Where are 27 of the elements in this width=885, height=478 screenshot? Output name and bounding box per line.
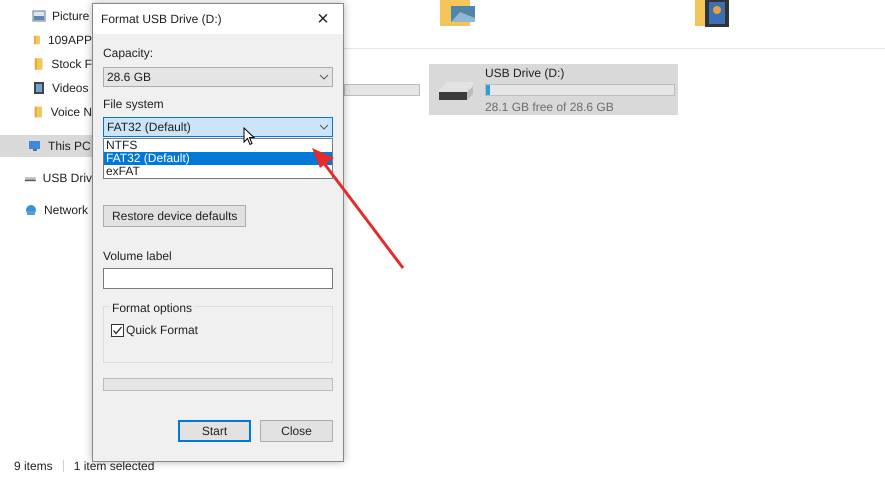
selection-count: 1 item selected xyxy=(74,458,154,475)
drive-free-space: 28.1 GB free of 28.6 GB xyxy=(485,98,615,116)
drive-name: USB Drive (D:) xyxy=(485,64,566,82)
sidebar-item[interactable]: Stock F xyxy=(0,53,92,75)
capacity-dropdown[interactable]: 28.6 GB xyxy=(103,67,333,87)
drive-tile[interactable]: USB Drive (D:) 28.1 GB free of 28.6 GB xyxy=(429,64,678,115)
sidebar-item[interactable]: This PC xyxy=(0,135,92,157)
sidebar-item[interactable]: 109APP xyxy=(0,29,92,51)
sidebar-item[interactable]: Videos xyxy=(0,77,92,99)
sidebar-item[interactable]: Picture xyxy=(0,5,92,27)
restore-defaults-button[interactable]: Restore device defaults xyxy=(103,205,246,227)
close-button[interactable]: × xyxy=(309,7,337,31)
sidebar-item[interactable]: Network xyxy=(0,199,92,221)
file-system-dropdown[interactable]: FAT32 (Default) xyxy=(103,117,333,137)
window-title: Format USB Drive (D:) xyxy=(101,11,222,28)
dropdown-option[interactable]: NTFS xyxy=(104,139,332,152)
dialog-button[interactable]: Start xyxy=(178,420,251,442)
file-system-label: File system xyxy=(103,96,165,113)
quick-format-checkbox[interactable]: Quick Format xyxy=(111,321,332,339)
sidebar-item[interactable]: Voice N xyxy=(0,101,92,123)
sidebar-item[interactable]: USB Driv xyxy=(0,167,92,189)
dropdown-option[interactable]: FAT32 (Default) xyxy=(104,152,332,165)
capacity-label: Capacity: xyxy=(103,45,154,62)
item-count: 9 items xyxy=(14,458,53,475)
volume-label-label: Volume label xyxy=(103,248,173,265)
dropdown-option[interactable]: exFAT xyxy=(104,165,332,178)
dialog-button[interactable]: Close xyxy=(260,420,333,442)
